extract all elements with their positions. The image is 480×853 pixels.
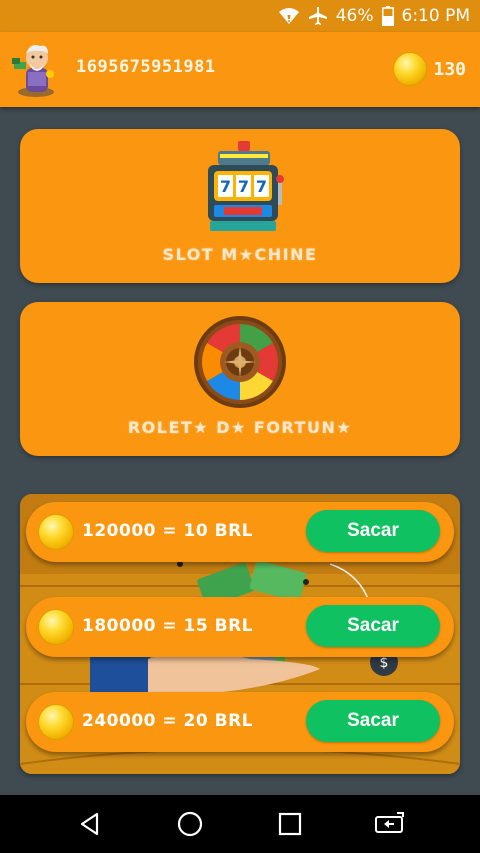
svg-text:7: 7 — [238, 177, 249, 196]
withdraw-option: 120000 = 10 BRL Sacar — [26, 502, 454, 562]
withdraw-option: 240000 = 20 BRL Sacar — [26, 692, 454, 752]
battery-icon — [381, 6, 394, 26]
coin-count: 130 — [433, 58, 466, 80]
fortune-wheel-card[interactable]: ROLET★ D★ FORTUN★ — [20, 302, 460, 456]
fortune-wheel-icon — [194, 316, 286, 408]
offer-text: 120000 = 10 BRL — [82, 521, 254, 541]
back-icon[interactable] — [68, 802, 112, 846]
sacar-button[interactable]: Sacar — [306, 510, 440, 552]
svg-text:7: 7 — [220, 177, 231, 196]
coin-icon — [38, 609, 74, 645]
slot-machine-icon: 7 7 7 — [208, 141, 284, 231]
screen-rotate-icon[interactable] — [368, 802, 412, 846]
user-id: 1695675951981 — [76, 57, 216, 77]
coin-icon — [38, 704, 74, 740]
navigation-bar — [0, 795, 480, 853]
offer-text: 240000 = 20 BRL — [82, 711, 254, 731]
wifi-icon — [278, 7, 300, 25]
coin-icon — [393, 52, 428, 86]
svg-text:7: 7 — [256, 177, 267, 196]
recents-icon[interactable] — [268, 802, 312, 846]
fortune-wheel-label: ROLET★ D★ FORTUN★ — [127, 418, 353, 437]
clock: 6:10 PM — [401, 6, 471, 26]
slot-machine-label: SLOT M★CHINE — [162, 245, 318, 264]
status-bar: 46% 6:10 PM — [0, 0, 480, 32]
avatar-icon[interactable] — [10, 40, 62, 98]
battery-percent: 46% — [335, 6, 374, 26]
offer-text: 180000 = 15 BRL — [82, 616, 254, 636]
app-header: 1695675951981 130 — [0, 32, 480, 107]
slot-machine-card[interactable]: 7 7 7 SLOT M★CHINE — [20, 129, 460, 283]
sacar-button[interactable]: Sacar — [306, 700, 440, 742]
coin-icon — [38, 514, 74, 550]
coin-balance: 130 — [393, 52, 466, 86]
home-icon[interactable] — [168, 802, 212, 846]
withdraw-option: 180000 = 15 BRL Sacar — [26, 597, 454, 657]
sacar-button[interactable]: Sacar — [306, 605, 440, 647]
airplane-icon — [308, 6, 328, 26]
svg-text:$: $ — [380, 655, 389, 671]
